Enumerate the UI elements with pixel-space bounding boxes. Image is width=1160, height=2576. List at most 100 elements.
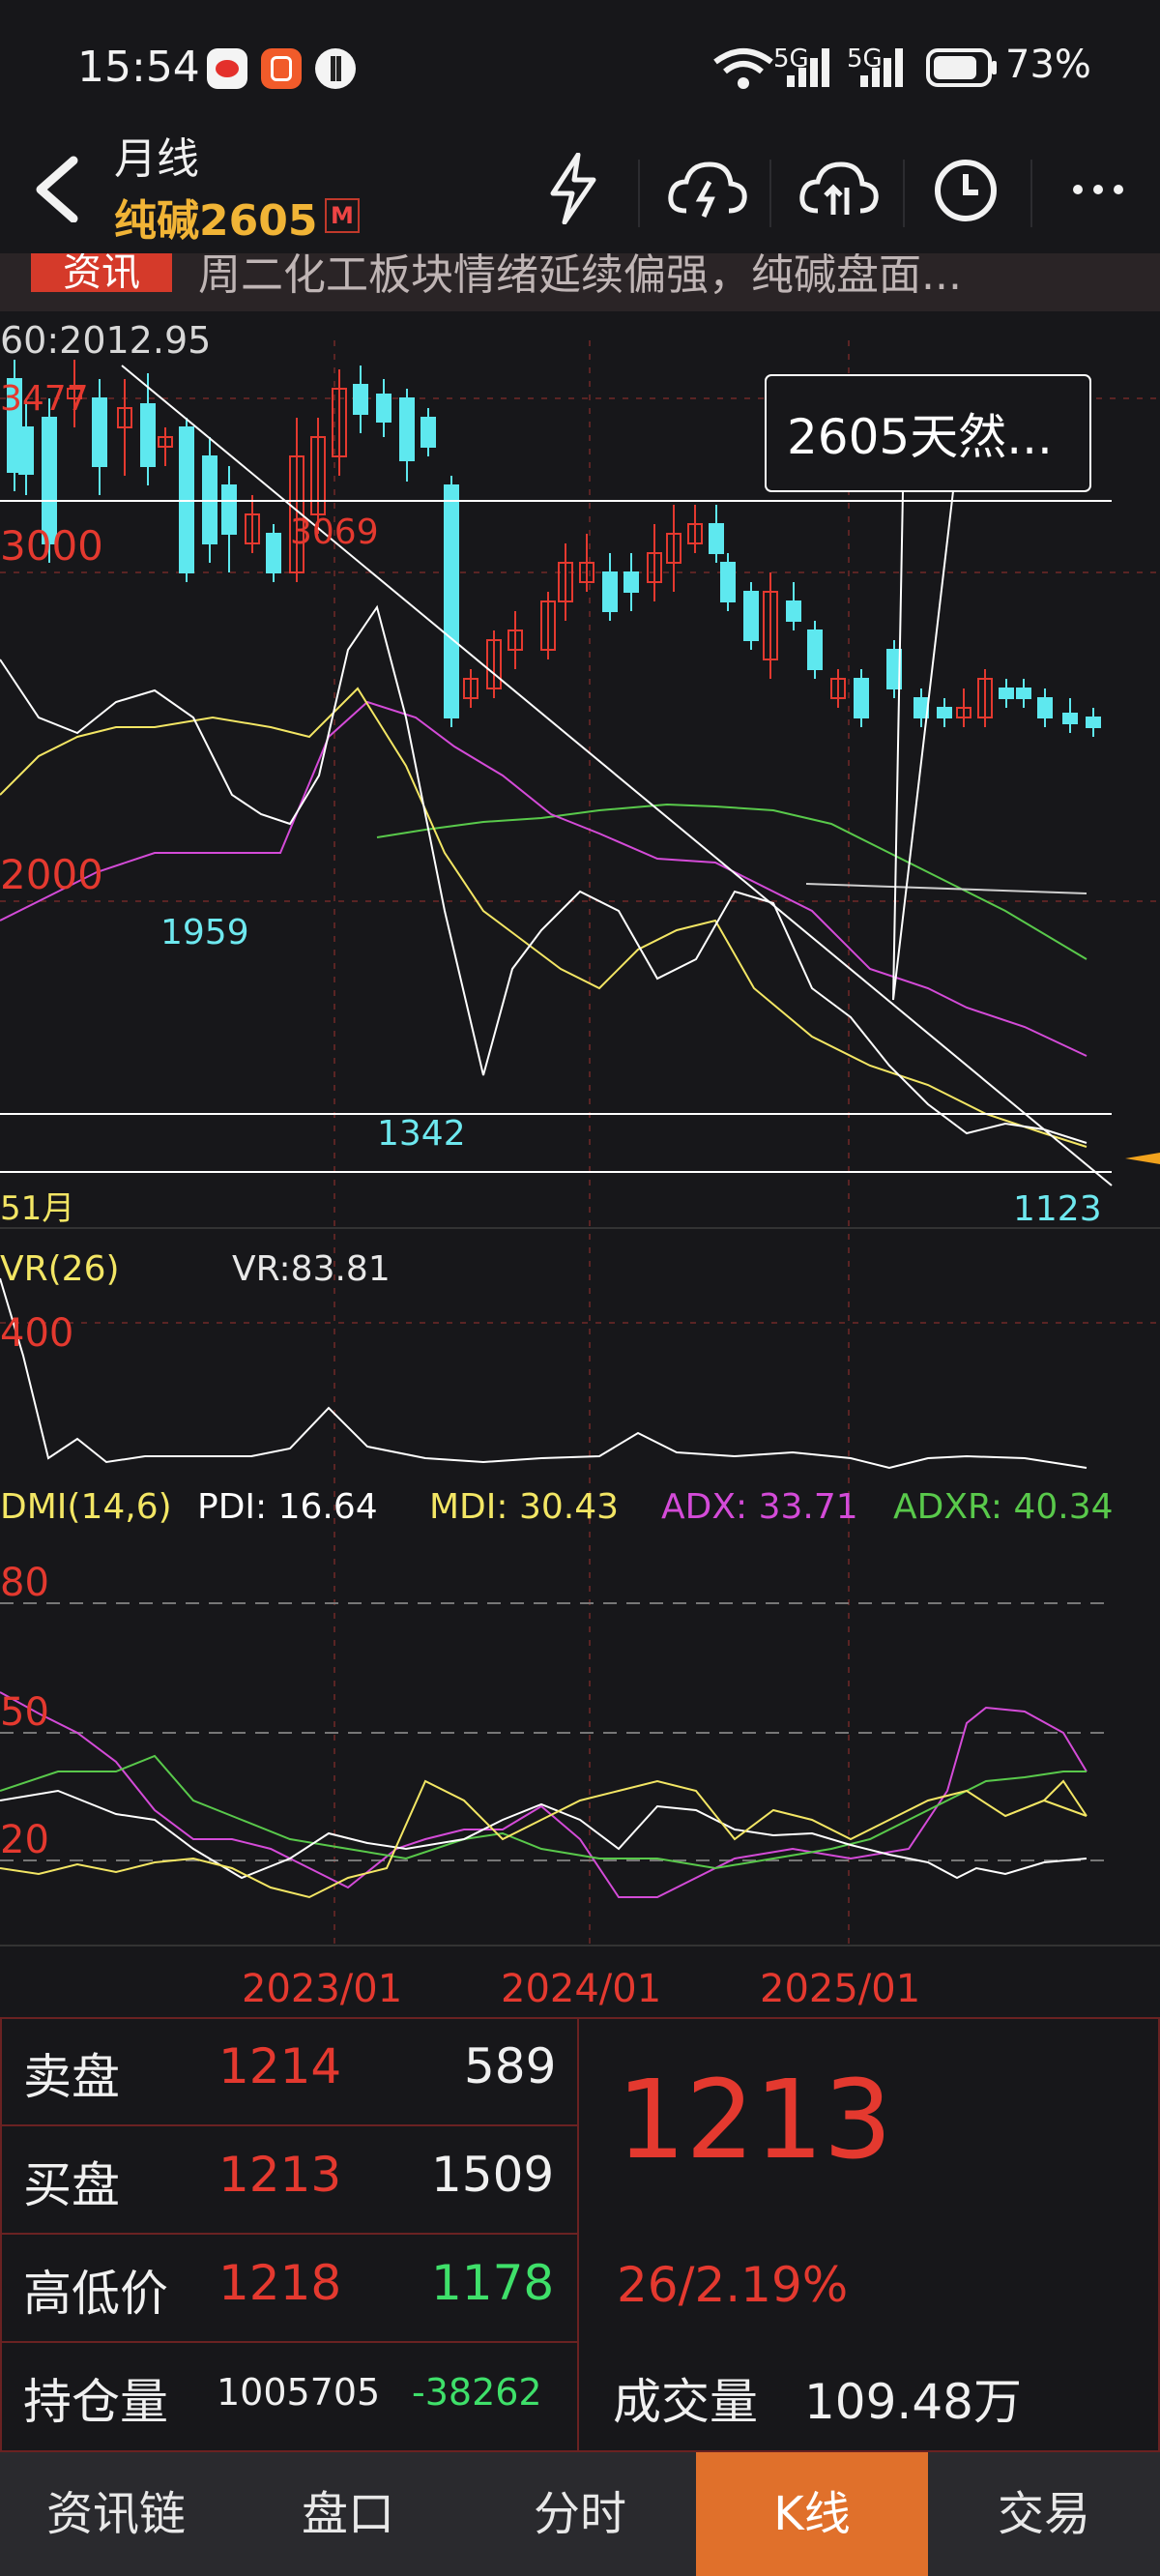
nav-info-chain[interactable]: 资讯链 (0, 2452, 232, 2576)
candle-body (353, 384, 368, 415)
candle-body (221, 484, 237, 535)
candle-body (420, 417, 436, 448)
main-contract-badge: M (325, 198, 360, 233)
open-interest-change: -38262 (412, 2371, 542, 2414)
candle-body (399, 397, 415, 461)
candle-body (854, 678, 869, 718)
buy-price: 1213 (218, 2147, 342, 2203)
cloud-lightning-icon[interactable] (667, 159, 748, 220)
peak-price-label: 3069 (290, 512, 379, 552)
buy-volume: 1509 (431, 2147, 555, 2203)
sell-volume: 589 (464, 2038, 557, 2094)
vr-value: VR:83.81 (232, 1249, 391, 1289)
buy-label: 买盘 (23, 2157, 120, 2213)
battery-percent: 73% (1005, 43, 1091, 87)
pdi-line (0, 1789, 1088, 1880)
candle-body (1086, 717, 1101, 728)
adx-line (0, 1691, 1088, 1898)
bottom-nav: 资讯链 盘口 分时 K线 交易 (0, 2452, 1160, 2576)
news-ticker[interactable]: 资讯 周二化工板块情绪延续偏强，纯碱盘面... (0, 253, 1160, 311)
low-price-label-1959: 1959 (160, 913, 249, 952)
ma5-line (0, 604, 1088, 1144)
nav-trade[interactable]: 交易 (928, 2452, 1160, 2576)
candle-body (720, 562, 736, 602)
adxr-line (0, 1754, 1087, 1870)
ma60-line (376, 803, 1088, 960)
dmi-adx-value: ADX: 33.71 (661, 1487, 858, 1527)
price-high-label: 3477 (0, 379, 89, 419)
back-icon[interactable] (27, 155, 85, 222)
current-price-marker (1125, 1153, 1160, 1164)
candle-body (602, 571, 618, 612)
signal-icon-2 (860, 48, 903, 87)
news-tag: 资讯 (31, 253, 172, 292)
vr-title: VR(26) (0, 1249, 120, 1289)
high-price: 1218 (218, 2255, 342, 2311)
volume-label: 成交量 (613, 2374, 758, 2430)
sell-label: 卖盘 (23, 2049, 120, 2105)
candle-body (444, 484, 459, 718)
status-time: 15:54 (77, 43, 200, 92)
contract-symbol[interactable]: 纯碱2605 (114, 186, 317, 248)
lightning-icon[interactable] (547, 153, 599, 224)
clock-icon[interactable] (932, 157, 1000, 224)
candle-body (937, 707, 952, 718)
header-divider (638, 160, 640, 227)
battery-icon (926, 48, 997, 87)
price-tick-3000: 3000 (0, 522, 103, 570)
price-change: 26/2.19% (617, 2257, 849, 2313)
candle-body (624, 571, 639, 593)
dmi-adxr-value: ADXR: 40.34 (893, 1487, 1114, 1527)
candle-body (266, 533, 281, 573)
ma20-line (0, 700, 1088, 1057)
annotation-text[interactable]: 2605天然... (787, 398, 1053, 468)
candle-body (743, 591, 759, 641)
high-low-label: 高低价 (23, 2266, 168, 2322)
signal-icon-1 (787, 48, 829, 87)
annotation-pointer (892, 490, 954, 1001)
open-interest-value: 1005705 (217, 2371, 381, 2414)
ma60-value-label: 60:2012.95 (0, 319, 212, 362)
period-label: 月线 (114, 134, 199, 184)
dmi-pdi-value: PDI: 16.64 (197, 1487, 378, 1527)
dmi-title: DMI(14,6) (0, 1487, 172, 1527)
candle-body (786, 600, 801, 622)
time-axis-label: 2025/01 (760, 1967, 921, 2011)
app-notification-icon (261, 48, 302, 89)
tiktok-app-icon (315, 48, 356, 89)
period-count-label: 51月 (0, 1189, 75, 1228)
candle-body (140, 403, 156, 467)
nav-kline[interactable]: K线 (696, 2452, 928, 2576)
low-price: 1178 (431, 2255, 555, 2311)
nav-order-book[interactable]: 盘口 (232, 2452, 464, 2576)
open-interest-label: 持仓量 (23, 2374, 168, 2430)
dmi-tick-20: 20 (0, 1818, 49, 1862)
header-divider (1030, 160, 1032, 227)
time-axis-label: 2024/01 (501, 1967, 662, 2011)
candle-body (1016, 688, 1031, 699)
dmi-tick-80: 80 (0, 1561, 49, 1605)
last-price: 1213 (617, 2058, 893, 2183)
more-icon[interactable] (1071, 182, 1125, 197)
header-divider (903, 160, 905, 227)
wifi-icon (713, 48, 773, 89)
dmi-tick-50: 50 (0, 1690, 49, 1735)
price-tick-2000: 2000 (0, 851, 103, 898)
news-headline[interactable]: 周二化工板块情绪延续偏强，纯碱盘面... (198, 253, 962, 302)
weibo-app-icon (207, 48, 247, 89)
ma5-segment (805, 883, 1088, 894)
header-divider (769, 160, 771, 227)
dmi-mdi-value: MDI: 30.43 (429, 1487, 620, 1527)
order-panel: 卖盘 1214 589 买盘 1213 1509 高低价 1218 1178 持… (0, 2017, 1160, 2450)
candle-body (18, 426, 34, 475)
vr-tick-400: 400 (0, 1311, 74, 1356)
candle-body (1037, 697, 1053, 718)
candle-body (807, 629, 823, 670)
dmi-reference-lines (0, 1602, 1112, 1861)
kline-chart-area[interactable] (0, 311, 1160, 2013)
cloud-sync-icon[interactable] (798, 159, 880, 220)
nav-intraday[interactable]: 分时 (464, 2452, 696, 2576)
horizontal-grid (0, 397, 1160, 1324)
candle-body (1062, 713, 1078, 724)
volume-value: 109.48万 (804, 2374, 1022, 2430)
